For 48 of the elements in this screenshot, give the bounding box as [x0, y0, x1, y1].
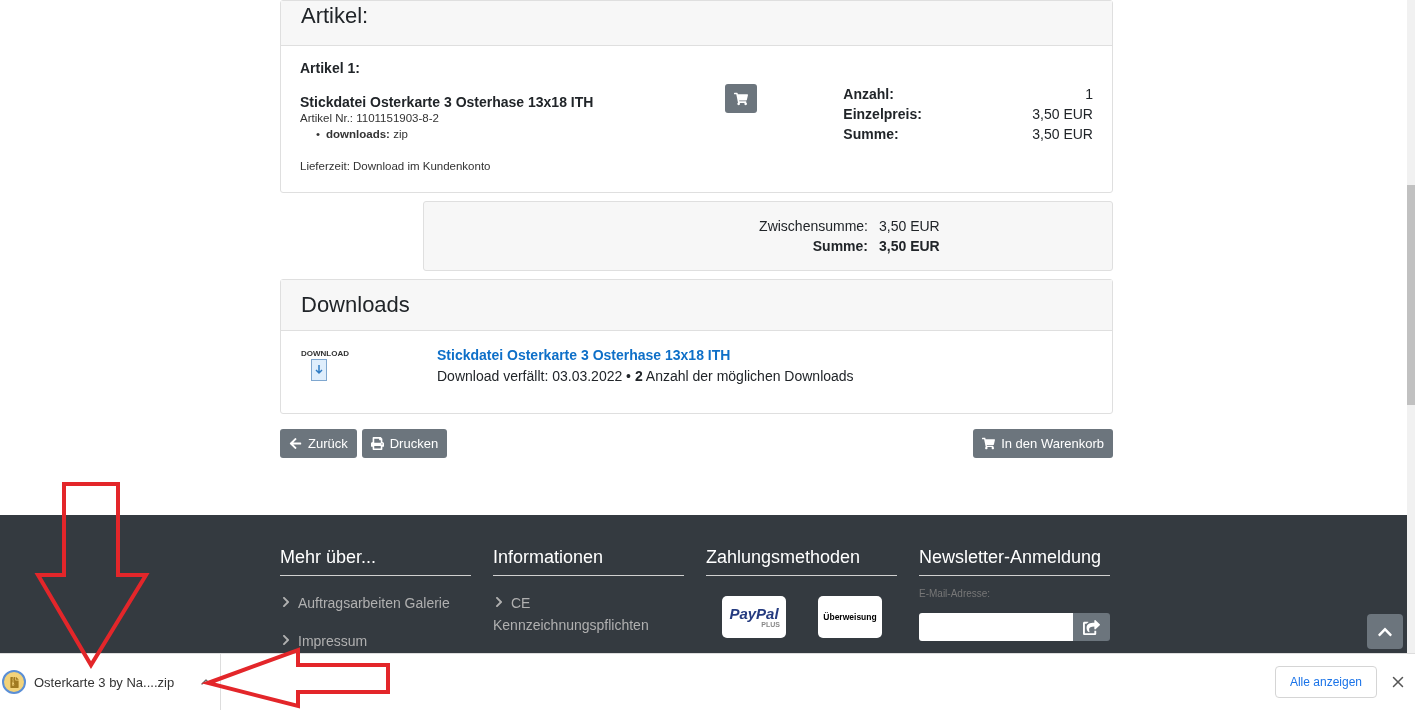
zip-file-icon	[2, 670, 26, 694]
chevron-right-icon	[280, 634, 292, 646]
scroll-to-top-button[interactable]	[1367, 614, 1403, 649]
attribute-item: • downloads: zip	[316, 127, 408, 142]
footer-link[interactable]: CE Kennzeichnungspflichten	[493, 592, 684, 636]
chevron-right-icon	[493, 596, 505, 608]
footer-heading: Newsletter-Anmeldung	[919, 545, 1110, 576]
email-input[interactable]	[919, 613, 1073, 641]
cart-icon	[734, 91, 749, 106]
back-button[interactable]: Zurück	[280, 429, 357, 458]
summary-value: 3,50 EUR	[1032, 106, 1093, 122]
article-number: Artikel Nr.: 1101151903-8-2	[300, 112, 440, 124]
download-link[interactable]: Stickdatei Osterkarte 3 Osterhase 13x18 ITH	[437, 347, 854, 363]
payment-logo: Überweisung	[818, 596, 882, 638]
card-title: Downloads	[301, 291, 410, 319]
add-to-cart-button[interactable]: In den Warenkorb	[973, 429, 1113, 458]
download-icon	[311, 359, 327, 381]
chevron-right-icon	[280, 596, 292, 608]
share-icon	[1083, 618, 1100, 636]
footer-heading: Zahlungsmethoden	[706, 545, 897, 576]
cart-icon	[982, 437, 996, 450]
summary-value: 1	[1084, 86, 1093, 102]
total-value: 3,50 EUR	[879, 238, 941, 254]
product-name: Stickdatei Osterkarte 3 Osterhase 13x18 ITH	[300, 94, 595, 110]
download-info: Download verfällt: 03.03.2022 • 2 Anzahl der möglichen Downloads	[437, 368, 854, 384]
footer-link[interactable]: Auftragsarbeiten Galerie	[280, 592, 471, 614]
footer-heading: Informationen	[493, 545, 684, 576]
field-label: E-Mail-Adresse:	[919, 588, 992, 599]
footer-heading: Mehr über...	[280, 545, 471, 576]
show-all-button[interactable]: Alle anzeigen	[1274, 666, 1377, 698]
item-heading: Artikel 1:	[300, 60, 361, 76]
arrow-left-icon	[289, 437, 302, 450]
total-label: Zwischensumme:	[758, 218, 868, 234]
total-value: 3,50 EUR	[879, 218, 941, 234]
summary-label: Summe:	[843, 126, 900, 142]
total-label: Summe:	[811, 238, 868, 254]
subscribe-button[interactable]	[1073, 613, 1110, 641]
download-icon-label: DOWNLOAD	[301, 349, 349, 358]
printer-icon	[370, 437, 384, 450]
summary-label: Anzahl:	[843, 86, 895, 102]
delivery-time: Lieferzeit: Download im Kundenkonto	[300, 160, 492, 172]
print-button[interactable]: Drucken	[361, 429, 448, 458]
footer-link[interactable]: Impressum	[280, 630, 471, 652]
card-title: Artikel:	[301, 2, 369, 30]
add-to-cart-button[interactable]	[725, 84, 758, 113]
download-file-name[interactable]: Osterkarte 3 by Na....zip	[34, 674, 175, 690]
summary-label: Einzelpreis:	[843, 106, 923, 122]
summary-value: 3,50 EUR	[1032, 126, 1093, 142]
